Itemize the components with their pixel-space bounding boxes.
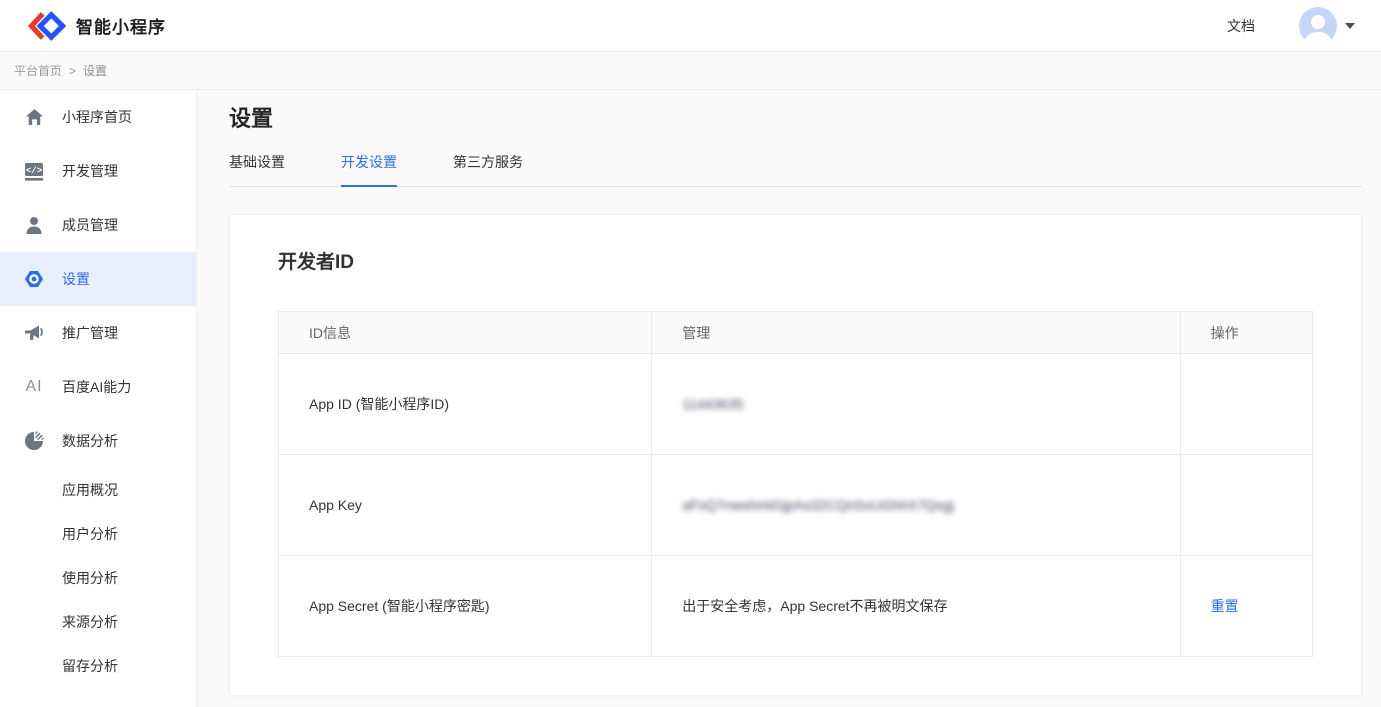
breadcrumb: 平台首页 > 设置	[0, 52, 1381, 90]
logo-diamond-icon	[28, 11, 66, 41]
sidebar-item-dev-manage[interactable]: </> 开发管理	[0, 144, 196, 198]
app-secret-label: App Secret (智能小程序密匙)	[279, 556, 652, 657]
app-key-blurred-value: aFsQ7nwshmtGjpAs32CQnSxUGhhX7Qsgj	[682, 497, 954, 513]
table-row-app-secret: App Secret (智能小程序密匙) 出于安全考虑，App Secret不再…	[279, 556, 1313, 657]
avatar-shoulders-shape	[1305, 32, 1331, 45]
page-title: 设置	[229, 104, 1362, 134]
logo-text: 智能小程序	[76, 13, 166, 38]
ai-icon: AI	[24, 377, 44, 397]
sidebar-item-data-analysis[interactable]: 数据分析	[0, 414, 196, 468]
sidebar-item-label: 推广管理	[62, 323, 118, 343]
main-content: 设置 基础设置 开发设置 第三方服务 开发者ID ID信息 管理 操作	[197, 90, 1381, 707]
sidebar-subitem-source-analysis[interactable]: 来源分析	[0, 600, 196, 644]
sidebar-subitem-app-overview[interactable]: 应用概况	[0, 468, 196, 512]
app-id-action-cell	[1180, 354, 1312, 455]
sidebar-subitem-label: 用户分析	[62, 524, 118, 544]
sidebar-item-members[interactable]: 成员管理	[0, 198, 196, 252]
app-secret-action-cell: 重置	[1180, 556, 1312, 657]
sidebar-item-label: 成员管理	[62, 215, 118, 235]
developer-id-card: 开发者ID ID信息 管理 操作 App ID (智能小程序ID) 114436…	[229, 214, 1362, 696]
sidebar-subitem-user-analysis[interactable]: 用户分析	[0, 512, 196, 556]
sidebar-item-label: 数据分析	[62, 431, 118, 451]
column-header-manage: 管理	[652, 312, 1180, 354]
sidebar-subitem-label: 留存分析	[62, 656, 118, 676]
sidebar-subitem-label: 应用概况	[62, 480, 118, 500]
app-id-value: 11443635	[652, 354, 1180, 455]
sidebar-subitem-usage-analysis[interactable]: 使用分析	[0, 556, 196, 600]
table-header-row: ID信息 管理 操作	[279, 312, 1313, 354]
sidebar-item-baidu-ai[interactable]: AI 百度AI能力	[0, 360, 196, 414]
developer-id-table: ID信息 管理 操作 App ID (智能小程序ID) 11443635 App…	[278, 311, 1313, 657]
sidebar-item-home[interactable]: 小程序首页	[0, 90, 196, 144]
avatar-head-shape	[1311, 15, 1325, 29]
app-id-blurred-value: 11443635	[682, 396, 743, 412]
sidebar-item-label: 百度AI能力	[62, 377, 131, 397]
docs-link[interactable]: 文档	[1227, 16, 1255, 36]
breadcrumb-current: 设置	[83, 62, 107, 79]
table-row-app-id: App ID (智能小程序ID) 11443635	[279, 354, 1313, 455]
sidebar-item-label: 小程序首页	[62, 107, 132, 127]
chevron-down-icon[interactable]	[1345, 23, 1355, 29]
tab-basic-settings[interactable]: 基础设置	[229, 152, 285, 187]
top-bar: 智能小程序 文档	[0, 0, 1381, 52]
sidebar-subitem-retention-analysis[interactable]: 留存分析	[0, 644, 196, 688]
member-icon	[24, 215, 44, 235]
user-menu[interactable]	[1299, 7, 1355, 45]
app-logo[interactable]: 智能小程序	[28, 11, 166, 41]
code-icon: </>	[24, 161, 44, 181]
app-key-value: aFsQ7nwshmtGjpAs32CQnSxUGhhX7Qsgj	[652, 455, 1180, 556]
sidebar-subitem-label: 来源分析	[62, 612, 118, 632]
sidebar-subitem-label: 使用分析	[62, 568, 118, 588]
sidebar-item-label: 设置	[62, 269, 90, 289]
breadcrumb-separator: >	[69, 64, 76, 78]
sidebar-item-promotion[interactable]: 推广管理	[0, 306, 196, 360]
avatar[interactable]	[1299, 7, 1337, 45]
column-header-action: 操作	[1180, 312, 1312, 354]
app-id-label: App ID (智能小程序ID)	[279, 354, 652, 455]
settings-tabs: 基础设置 开发设置 第三方服务	[229, 152, 1362, 187]
megaphone-icon	[24, 323, 44, 343]
settings-icon	[24, 269, 44, 289]
app-secret-note: 出于安全考虑，App Secret不再被明文保存	[652, 556, 1180, 657]
sidebar-item-label: 开发管理	[62, 161, 118, 181]
sidebar: 小程序首页 </> 开发管理 成员管理	[0, 90, 197, 707]
column-header-id-info: ID信息	[279, 312, 652, 354]
sidebar-item-settings[interactable]: 设置	[0, 252, 196, 306]
tab-dev-settings[interactable]: 开发设置	[341, 152, 397, 187]
tab-third-party[interactable]: 第三方服务	[453, 152, 523, 187]
breadcrumb-parent[interactable]: 平台首页	[14, 62, 62, 79]
app-key-action-cell	[1180, 455, 1312, 556]
home-icon	[24, 107, 44, 127]
app-key-label: App Key	[279, 455, 652, 556]
pie-chart-icon	[24, 431, 44, 451]
section-title-developer-id: 开发者ID	[278, 249, 1313, 277]
table-row-app-key: App Key aFsQ7nwshmtGjpAs32CQnSxUGhhX7Qsg…	[279, 455, 1313, 556]
reset-secret-link[interactable]: 重置	[1211, 598, 1239, 614]
svg-text:</>: </>	[26, 166, 42, 176]
